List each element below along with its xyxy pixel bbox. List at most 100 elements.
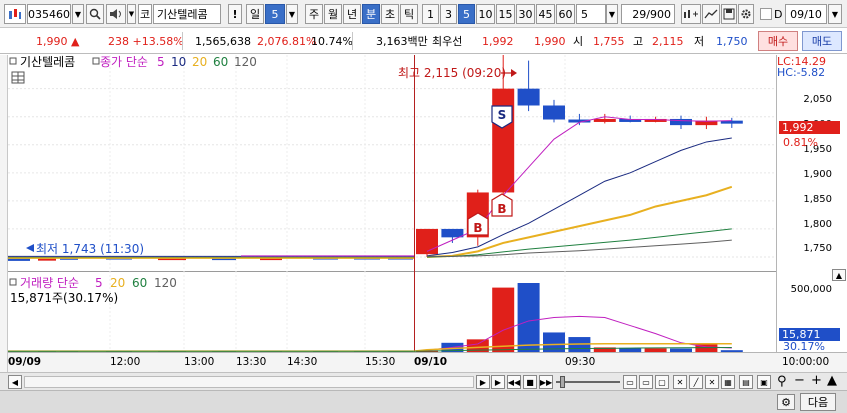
date-picker-button[interactable]: ▼ (828, 4, 842, 24)
price-legend: 기산텔레콤 종가 단순 5 10 20 60 120 (9, 55, 257, 69)
legend-stock-name: 기산텔레콤 (20, 55, 75, 69)
period-daily-button[interactable]: 일 (246, 4, 264, 24)
period-tab-1[interactable]: 월 (324, 4, 342, 24)
trade-amount-text: 3,163백만 (376, 35, 428, 48)
volume-bar (517, 283, 540, 352)
speaker-icon[interactable] (106, 4, 126, 24)
bid-price: 1,990 (534, 33, 566, 49)
save-icon[interactable] (721, 4, 737, 24)
y-tick-label: 1,750 (803, 243, 832, 254)
count-input[interactable]: 5 (576, 4, 606, 24)
speed-slider-handle[interactable] (560, 376, 565, 388)
best-quote-label: 최우선 (432, 33, 462, 49)
play-icon[interactable]: ▶ (491, 375, 505, 389)
fit-icon[interactable]: ▢ (655, 375, 669, 389)
chart-settings-icon[interactable]: ▤ (739, 375, 753, 389)
zoom-in-icon[interactable]: + (811, 373, 822, 388)
open-price: 1,755 (593, 33, 625, 49)
next-button-text: 다음 (807, 396, 829, 409)
next-button[interactable]: 다음 (800, 393, 836, 411)
print-icon[interactable]: ▣ (757, 375, 771, 389)
period-tab-3[interactable]: 분 (362, 4, 380, 24)
chart-type-icon[interactable] (4, 4, 26, 24)
grid-icon[interactable]: ▦ (721, 375, 735, 389)
turnover-rate: 10.74% (311, 33, 353, 49)
bottom-bar: ⚙ 다음 (0, 390, 847, 413)
period-value-button[interactable]: 5 (265, 4, 285, 24)
gear-icon[interactable]: ⚙ (777, 394, 795, 410)
period-value-text: 5 (271, 7, 279, 21)
sell-button[interactable]: 매도 (802, 31, 842, 51)
gear-icon[interactable] (738, 4, 754, 24)
x-tick-label: 10:00:00 (782, 356, 830, 368)
price-volume-chart[interactable]: B B S 기산텔레콤 종가 단순 5 10 20 60 120 최고 2,115 (09:20) 최… (8, 55, 776, 352)
price-change: 238 +13.58% (108, 33, 184, 49)
period-tab-4[interactable]: 초 (381, 4, 399, 24)
period-dropdown-button[interactable]: ▼ (286, 4, 298, 24)
period-tab-5[interactable]: 틱 (400, 4, 418, 24)
high-price-text: 2,115 (652, 34, 684, 48)
rewind-icon[interactable]: ◀◀ (507, 375, 521, 389)
minute-tab-10[interactable]: 10 (476, 4, 495, 24)
divider (182, 32, 183, 50)
trend-line-icon[interactable] (702, 4, 720, 24)
stop-icon[interactable]: ■ (523, 375, 537, 389)
indicator-add-icon[interactable] (681, 4, 701, 24)
search-icon[interactable] (86, 4, 104, 24)
minute-tab-30[interactable]: 30 (516, 4, 535, 24)
volume-info: 15,871주(30.17%) (10, 291, 118, 305)
volume-ratio-text: 2,076.81% (257, 34, 317, 48)
up-arrow-icon: ▲ (71, 34, 80, 48)
zoom-out-icon[interactable]: − (794, 373, 805, 388)
low-label: 저 (694, 33, 704, 49)
y-tick-label: 1,900 (803, 169, 832, 180)
low-price: 1,750 (716, 33, 748, 49)
count-dropdown-button[interactable]: ▼ (606, 4, 618, 24)
page-info-text: 29/900 (632, 7, 671, 21)
minute-tab-1[interactable]: 1 (422, 4, 439, 24)
date-input[interactable]: 09/10 (785, 4, 827, 24)
stock-code-text: 035460 (28, 7, 70, 21)
zoom-box-icon[interactable]: ▭ (623, 375, 637, 389)
speaker-dropdown-button[interactable]: ▼ (127, 4, 136, 24)
alert-button[interactable]: ! (228, 4, 242, 24)
bid-price-text: 1,990 (534, 34, 566, 48)
collapse-panel-icon[interactable]: ▲ (832, 269, 846, 281)
zoom-box-icon[interactable]: ▭ (639, 375, 653, 389)
buy-button-text: 매수 (767, 35, 789, 48)
line-tool-icon[interactable]: ╱ (689, 375, 703, 389)
code-dropdown-button[interactable]: ▼ (72, 4, 84, 24)
zoom-search-icon[interactable]: ⚲ (777, 374, 787, 389)
buy-button[interactable]: 매수 (758, 31, 798, 51)
scroll-right-icon[interactable]: ▶ (476, 375, 490, 389)
crosshair-icon[interactable]: ✕ (673, 375, 687, 389)
scrollbar-track[interactable] (24, 376, 474, 388)
period-tab-2[interactable]: 년 (343, 4, 361, 24)
high-annotation: 최고 2,115 (09:20) (398, 66, 506, 80)
minute-tab-60[interactable]: 60 (556, 4, 575, 24)
minute-tab-45[interactable]: 45 (536, 4, 555, 24)
high-label-text: 고 (633, 35, 644, 48)
fast-forward-icon[interactable]: ▶▶ (539, 375, 553, 389)
erase-icon[interactable]: ✕ (705, 375, 719, 389)
scroll-left-icon[interactable]: ◀ (8, 375, 22, 389)
price-panel-bg (8, 55, 776, 271)
candle (441, 228, 464, 238)
x-tick-label: 13:00 (184, 356, 215, 368)
minute-tab-15[interactable]: 15 (496, 4, 515, 24)
y-tick-label: 1,850 (803, 194, 832, 205)
scroll-up-icon[interactable]: ▲ (827, 373, 837, 388)
date-checkbox[interactable] (760, 8, 772, 20)
stock-name-field[interactable]: 기산텔레콤 (153, 4, 221, 24)
volume-legend-period: 20 (110, 276, 125, 290)
speed-slider[interactable] (556, 381, 620, 383)
minute-tab-5[interactable]: 5 (458, 4, 475, 24)
period-tab-0[interactable]: 주 (305, 4, 323, 24)
stock-code-input[interactable]: 035460 (27, 4, 71, 24)
chart-scroll-controls: ◀ ▶ ▶ ◀◀ ■ ▶▶ ▭ ▭ ▢ ✕ ╱ ✕ ▦ ▤ ▣ ⚲ − + ▲ (0, 372, 847, 390)
best-quote-label-text: 최우선 (432, 35, 463, 48)
minute-tab-3[interactable]: 3 (440, 4, 457, 24)
date-checkbox-label: D (774, 4, 782, 24)
current-pct-tag: 0.81% (783, 136, 818, 149)
legend-ma-period: 60 (213, 55, 228, 69)
